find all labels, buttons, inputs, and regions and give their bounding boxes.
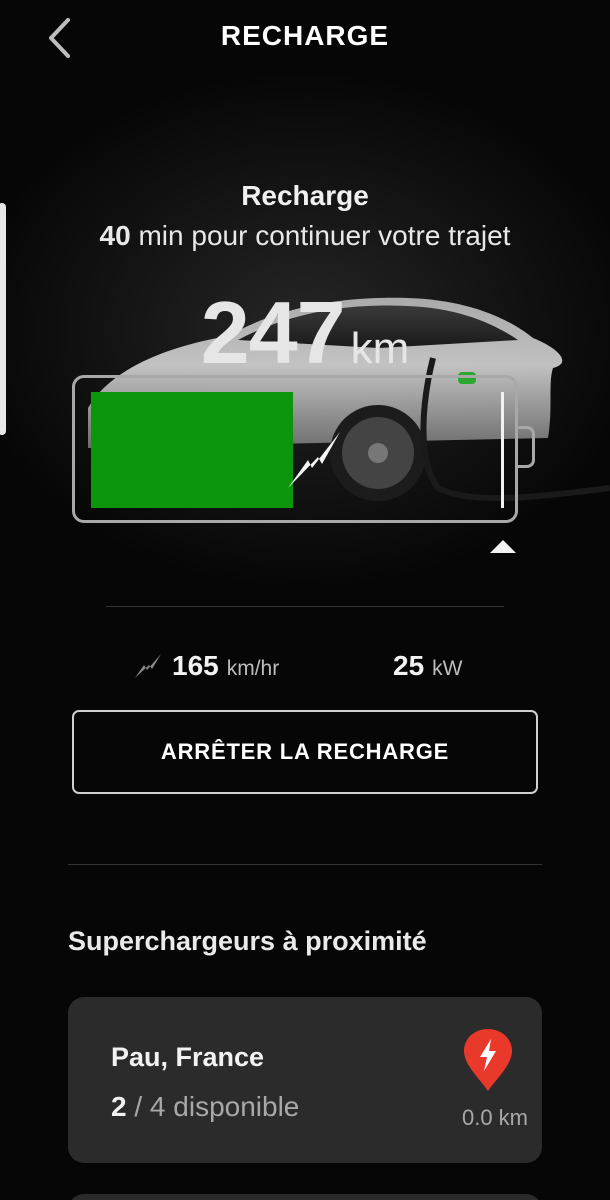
charge-power-value: 25 bbox=[393, 650, 425, 681]
available-count: 2 bbox=[111, 1091, 127, 1122]
charge-rate-stat: 165 km/hr bbox=[134, 650, 279, 682]
range-display: 247 km bbox=[0, 282, 610, 384]
charging-status-subtitle: 40 min pour continuer votre trajet bbox=[0, 220, 610, 252]
charge-limit-line bbox=[501, 392, 504, 508]
supercharger-name: Pau, France bbox=[111, 1042, 265, 1072]
range-value: 247 bbox=[200, 283, 346, 382]
charge-rate-value: 165 bbox=[172, 650, 219, 681]
charging-status-title: Recharge bbox=[241, 180, 369, 211]
divider bbox=[68, 864, 542, 865]
charge-rate-icon bbox=[135, 654, 161, 678]
availability-text: / 4 disponible bbox=[134, 1091, 300, 1122]
charging-stats: 165 km/hr 25 kW bbox=[0, 650, 610, 690]
supercharger-card-partial[interactable] bbox=[68, 1194, 542, 1200]
subtitle-text: min pour continuer votre trajet bbox=[138, 220, 511, 251]
battery-charge-fill bbox=[91, 392, 293, 508]
battery-gauge bbox=[72, 375, 518, 523]
supercharger-card[interactable]: Pau, France 2 / 4 disponible 0.0 km bbox=[68, 997, 542, 1163]
supercharger-availability: 2 / 4 disponible bbox=[111, 1091, 299, 1123]
supercharger-pin-icon bbox=[464, 1029, 512, 1091]
superchargers-section-title: Superchargeurs à proximité bbox=[68, 926, 427, 956]
charge-power-stat: 25 kW bbox=[393, 650, 462, 682]
divider bbox=[106, 606, 504, 607]
stop-charging-button[interactable]: ARRÊTER LA RECHARGE bbox=[72, 710, 538, 794]
charge-power-unit: kW bbox=[432, 657, 463, 680]
battery-track bbox=[91, 392, 504, 508]
charge-rate-unit: km/hr bbox=[226, 657, 280, 680]
page-title: RECHARGE bbox=[220, 20, 390, 51]
range-unit: km bbox=[350, 324, 410, 373]
minutes-remaining: 40 bbox=[99, 220, 131, 251]
battery-terminal bbox=[517, 426, 535, 468]
supercharger-distance: 0.0 km bbox=[461, 1105, 528, 1130]
charge-limit-slider-handle[interactable] bbox=[490, 540, 516, 553]
charging-screen: RECHARGE Recharge 40 min pour continuer … bbox=[0, 0, 610, 1200]
charging-bolt-icon bbox=[288, 432, 340, 488]
